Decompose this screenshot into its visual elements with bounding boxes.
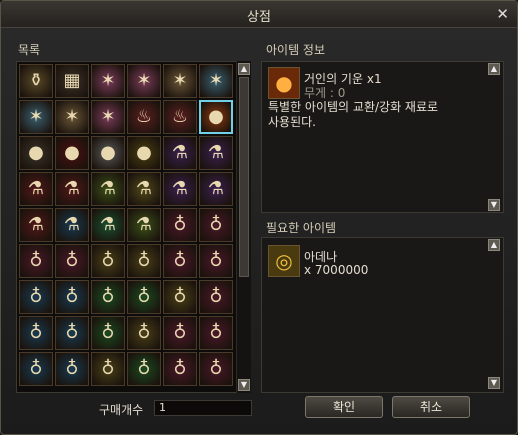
item-list-scrollbar[interactable]: ▲ ▼ xyxy=(236,61,251,393)
purple-vial-icon[interactable]: ⚗ xyxy=(163,172,197,206)
purple-vial-icon[interactable]: ⚗ xyxy=(163,136,197,170)
scroll-down-icon[interactable]: ▼ xyxy=(238,379,250,391)
dark-orb-icon[interactable]: ● xyxy=(19,136,53,170)
potion-icon[interactable]: ♁ xyxy=(163,244,197,278)
scroll-down-icon[interactable]: ▼ xyxy=(488,377,500,389)
ladder-icon[interactable]: ▦ xyxy=(55,64,89,98)
scroll-up-icon[interactable]: ▲ xyxy=(488,239,500,251)
required-item-quantity: x 7000000 xyxy=(304,263,369,277)
potion-icon[interactable]: ♁ xyxy=(127,280,161,314)
confirm-button[interactable]: 확인 xyxy=(305,396,383,418)
potion-icon[interactable]: ♁ xyxy=(199,316,233,350)
window-title: 상점 xyxy=(247,10,271,25)
adena-coins-icon: ◎ xyxy=(268,245,300,277)
purchase-quantity-label: 구매개수 xyxy=(99,403,144,417)
blue-scroll-icon[interactable]: ✶ xyxy=(199,64,233,98)
list-label: 목록 xyxy=(18,43,41,57)
silver-orb-icon[interactable]: ● xyxy=(91,136,125,170)
required-items-panel: ◎ 아데나 x 7000000 xyxy=(261,237,504,393)
purple-vial-icon[interactable]: ⚗ xyxy=(199,172,233,206)
fire-orb-icon[interactable]: ● xyxy=(199,100,233,134)
potion-icon[interactable]: ♁ xyxy=(55,280,89,314)
jar-icon[interactable]: ⚱ xyxy=(19,64,53,98)
purchase-quantity-input[interactable]: 1 xyxy=(154,400,252,416)
red-flame-icon[interactable]: ♨ xyxy=(163,100,197,134)
potion-icon[interactable]: ♁ xyxy=(163,280,197,314)
potion-icon[interactable]: ♁ xyxy=(199,244,233,278)
green-vial-icon[interactable]: ⚗ xyxy=(91,208,125,242)
scroll-up-icon[interactable]: ▲ xyxy=(238,63,250,75)
potion-icon[interactable]: ♁ xyxy=(199,280,233,314)
potion-icon[interactable]: ♁ xyxy=(91,316,125,350)
tan-scroll-icon[interactable]: ✶ xyxy=(163,64,197,98)
potion-icon[interactable]: ♁ xyxy=(163,316,197,350)
potion-icon[interactable]: ♁ xyxy=(55,316,89,350)
green-vial-icon[interactable]: ⚗ xyxy=(127,208,161,242)
red-flame-icon[interactable]: ♨ xyxy=(127,100,161,134)
scroll-thumb[interactable] xyxy=(239,77,249,277)
potion-icon[interactable]: ♁ xyxy=(163,208,197,242)
blue-scroll-icon[interactable]: ✶ xyxy=(19,100,53,134)
potion-icon[interactable]: ♁ xyxy=(199,208,233,242)
red-vial-icon[interactable]: ⚗ xyxy=(19,208,53,242)
green-vial-icon[interactable]: ⚗ xyxy=(91,172,125,206)
pink-scroll-icon[interactable]: ✶ xyxy=(91,100,125,134)
item-list-panel: ⚱ ▦ ✶ ✶ ✶ ✶ ✶ ✶ ✶ ♨ ♨ ● ● ● ● ● ⚗ ⚗ ⚗ ⚗ ⚗ ⚗ ⚗ ⚗ ⚗ ⚗ ⚗ ⚗ ♁ ♁ ♁ ♁ ♁ ♁ ♁ ♁ ♁ ♁ ♁ ♁… xyxy=(16,61,238,393)
red-vial-icon[interactable]: ⚗ xyxy=(55,172,89,206)
red-vial-icon[interactable]: ⚗ xyxy=(19,172,53,206)
potion-icon[interactable]: ♁ xyxy=(127,352,161,386)
potion-icon[interactable]: ♁ xyxy=(91,280,125,314)
red-orb-icon[interactable]: ● xyxy=(55,136,89,170)
required-items-label: 필요한 아이템 xyxy=(266,221,337,235)
yellow-vial-icon[interactable]: ⚗ xyxy=(127,172,161,206)
potion-icon[interactable]: ♁ xyxy=(127,244,161,278)
potion-icon[interactable]: ♁ xyxy=(199,352,233,386)
item-description-line2: 사용된다. xyxy=(268,115,316,129)
potion-icon[interactable]: ♁ xyxy=(163,352,197,386)
scroll-down-icon[interactable]: ▼ xyxy=(488,199,500,211)
shop-window: 상점 ✕ 목록 아이템 정보 필요한 아이템 ⚱ ▦ ✶ ✶ ✶ ✶ ✶ ✶ ✶ ♨ ♨ ● ● ● ● ● ⚗… xyxy=(0,0,518,435)
potion-icon[interactable]: ♁ xyxy=(55,352,89,386)
potion-icon[interactable]: ♁ xyxy=(127,316,161,350)
potion-icon[interactable]: ♁ xyxy=(91,244,125,278)
potion-icon[interactable]: ♁ xyxy=(19,280,53,314)
close-icon[interactable]: ✕ xyxy=(496,5,509,23)
blue-vial-icon[interactable]: ⚗ xyxy=(55,208,89,242)
scroll-up-icon[interactable]: ▲ xyxy=(488,63,500,75)
pink-scroll-icon[interactable]: ✶ xyxy=(91,64,125,98)
required-items-scrollbar[interactable]: ▲ ▼ xyxy=(487,239,501,389)
item-grid: ⚱ ▦ ✶ ✶ ✶ ✶ ✶ ✶ ✶ ♨ ♨ ● ● ● ● ● ⚗ ⚗ ⚗ ⚗ ⚗ ⚗ ⚗ ⚗ ⚗ ⚗ ⚗ ⚗ ♁ ♁ ♁ ♁ ♁ ♁ ♁ ♁ ♁ ♁ ♁ ♁… xyxy=(18,63,234,387)
item-info-scrollbar[interactable]: ▲ ▼ xyxy=(487,63,501,211)
cancel-button[interactable]: 취소 xyxy=(392,396,470,418)
tan-scroll-icon[interactable]: ✶ xyxy=(55,100,89,134)
potion-icon[interactable]: ♁ xyxy=(19,352,53,386)
purple-vial-icon[interactable]: ⚗ xyxy=(199,136,233,170)
potion-icon[interactable]: ♁ xyxy=(19,316,53,350)
item-quantity: x1 xyxy=(366,72,382,86)
item-info-label: 아이템 정보 xyxy=(266,43,326,57)
potion-icon[interactable]: ♁ xyxy=(55,244,89,278)
item-info-panel: ● 거인의 기운 x1 무게 : 0 특별한 아이템의 교환/강화 재료로 사용… xyxy=(261,61,504,213)
potion-icon[interactable]: ♁ xyxy=(91,352,125,386)
titlebar[interactable]: 상점 ✕ xyxy=(1,1,517,28)
fire-orb-icon: ● xyxy=(268,67,300,99)
pink-scroll-icon[interactable]: ✶ xyxy=(127,64,161,98)
gold-orb-icon[interactable]: ● xyxy=(127,136,161,170)
potion-icon[interactable]: ♁ xyxy=(19,244,53,278)
